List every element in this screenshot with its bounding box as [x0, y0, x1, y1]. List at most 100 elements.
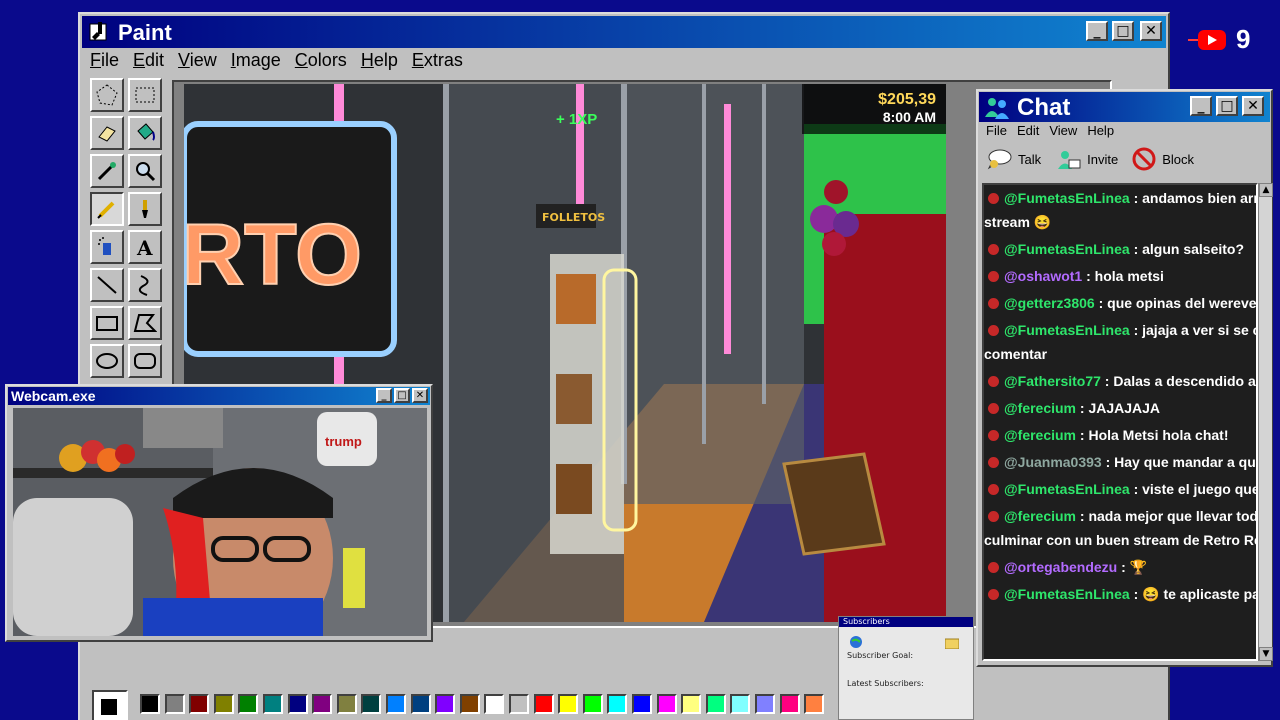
palette-swatch[interactable] — [361, 694, 382, 714]
chat-username[interactable]: @Juanma0393 — [1004, 454, 1102, 470]
palette-swatch[interactable] — [435, 694, 456, 714]
chat-username[interactable]: @ortegabendezu — [1004, 559, 1117, 575]
webcam-titlebar[interactable]: Webcam.exe _ □ ✕ — [8, 387, 430, 405]
tool-line[interactable] — [90, 268, 124, 302]
chat-menu-view[interactable]: View — [1049, 123, 1077, 138]
block-button[interactable]: Block — [1132, 147, 1194, 171]
chat-username[interactable]: @FumetasEnLinea — [1004, 586, 1130, 602]
ellipse-icon — [96, 353, 118, 369]
palette-swatch[interactable] — [607, 694, 628, 714]
invite-button[interactable]: Invite — [1055, 147, 1118, 171]
palette-swatch[interactable] — [410, 694, 431, 714]
palette-swatch[interactable] — [656, 694, 677, 714]
palette-swatch[interactable] — [213, 694, 234, 714]
palette-swatch[interactable] — [263, 694, 283, 714]
webcam-feed: trump — [13, 408, 427, 636]
tool-rect-select[interactable] — [128, 78, 162, 112]
tool-fill[interactable] — [128, 116, 162, 150]
palette-swatch[interactable] — [238, 694, 259, 714]
palette-swatch[interactable] — [730, 694, 751, 714]
minimize-button[interactable]: _ — [1086, 21, 1108, 41]
maximize-icon: □ — [397, 389, 407, 401]
chat-username[interactable]: @FumetasEnLinea — [1004, 190, 1130, 206]
palette-swatch[interactable] — [312, 694, 333, 714]
webcam-minimize-button[interactable]: _ — [376, 388, 392, 403]
palette-swatch[interactable] — [582, 694, 603, 714]
close-button[interactable]: ✕ — [1140, 21, 1162, 41]
talk-label: Talk — [1018, 151, 1042, 167]
chat-username[interactable]: @FumetasEnLinea — [1004, 481, 1130, 497]
webcam-close-button[interactable]: ✕ — [412, 388, 428, 403]
chat-username[interactable]: @Fathersito77 — [1004, 373, 1101, 389]
chat-maximize-button[interactable]: □ — [1216, 96, 1238, 116]
chat-menubar: File Edit View Help — [986, 123, 1114, 138]
chat-text: : andamos bien armando — [1133, 190, 1256, 206]
chat-menu-edit[interactable]: Edit — [1017, 123, 1039, 138]
chat-username[interactable]: @FumetasEnLinea — [1004, 322, 1130, 338]
menu-view[interactable]: View — [178, 50, 217, 76]
chat-username[interactable]: @FumetasEnLinea — [1004, 241, 1130, 257]
tool-curve[interactable] — [128, 268, 162, 302]
webcam-maximize-button[interactable]: □ — [394, 388, 410, 403]
palette-swatch[interactable] — [484, 694, 505, 714]
menu-colors[interactable]: Colors — [295, 50, 347, 76]
menu-file[interactable]: File — [90, 50, 119, 76]
tool-eyedropper[interactable] — [90, 154, 124, 188]
chat-scrollbar[interactable]: ▲ ▼ — [1258, 183, 1273, 661]
palette-swatch[interactable] — [681, 694, 702, 714]
chat-username[interactable]: @getterz3806 — [1004, 295, 1095, 311]
chat-menu-file[interactable]: File — [986, 123, 1007, 138]
talk-button[interactable]: Talk — [986, 147, 1041, 171]
palette-swatch[interactable] — [533, 694, 554, 714]
menu-image[interactable]: Image — [231, 50, 281, 76]
paint-title: Paint — [118, 20, 172, 45]
chat-titlebar[interactable]: Chat _ □ ✕ — [979, 92, 1270, 122]
chat-message: @ferecium : nada mejor que llevar toda l… — [984, 503, 1256, 554]
palette-swatch[interactable] — [164, 694, 185, 714]
paint-titlebar[interactable]: Paint _ □ ✕ — [82, 16, 1166, 48]
chat-username[interactable]: @oshawot1 — [1004, 268, 1082, 284]
tool-brush[interactable] — [128, 192, 162, 226]
scroll-down-arrow[interactable]: ▼ — [1259, 647, 1273, 661]
chat-minimize-button[interactable]: _ — [1190, 96, 1212, 116]
palette-swatch[interactable] — [755, 694, 775, 714]
chat-message: @ortegabendezu : 🏆 — [984, 554, 1256, 581]
tool-pencil[interactable] — [90, 192, 124, 226]
current-color-box[interactable] — [92, 690, 128, 720]
palette-swatch[interactable] — [386, 694, 406, 714]
tool-free-select[interactable] — [90, 78, 124, 112]
palette-swatch[interactable] — [336, 694, 357, 714]
chat-text: : Hola Metsi hola chat! — [1076, 427, 1229, 443]
palette-swatch[interactable] — [705, 694, 726, 714]
tool-eraser[interactable] — [90, 116, 124, 150]
chat-username[interactable]: @ferecium — [1004, 508, 1076, 524]
rect-select-icon — [135, 87, 155, 103]
palette-swatch[interactable] — [189, 694, 210, 714]
chat-log[interactable]: @FumetasEnLinea : andamos bien armando st… — [982, 183, 1258, 661]
chat-username[interactable]: @ferecium — [1004, 400, 1076, 416]
palette-swatch[interactable] — [779, 694, 800, 714]
tool-magnifier[interactable] — [128, 154, 162, 188]
tool-airbrush[interactable] — [90, 230, 124, 264]
chat-close-button[interactable]: ✕ — [1242, 96, 1264, 116]
latest-subscribers-label: Latest Subscribers: — [847, 679, 924, 688]
tool-ellipse[interactable] — [90, 344, 124, 378]
palette-swatch[interactable] — [459, 694, 480, 714]
chat-username[interactable]: @ferecium — [1004, 427, 1076, 443]
scroll-up-arrow[interactable]: ▲ — [1259, 183, 1273, 197]
tool-polygon[interactable] — [128, 306, 162, 340]
palette-swatch[interactable] — [287, 694, 308, 714]
menu-edit[interactable]: Edit — [133, 50, 164, 76]
menu-help[interactable]: Help — [361, 50, 398, 76]
palette-swatch[interactable] — [558, 694, 579, 714]
maximize-button[interactable]: □ — [1112, 21, 1134, 41]
palette-swatch[interactable] — [140, 694, 160, 714]
tool-rounded-rect[interactable] — [128, 344, 162, 378]
tool-text[interactable]: A — [128, 230, 162, 264]
chat-menu-help[interactable]: Help — [1087, 123, 1114, 138]
palette-swatch[interactable] — [632, 694, 652, 714]
tool-rectangle[interactable] — [90, 306, 124, 340]
menu-extras[interactable]: Extras — [412, 50, 463, 76]
palette-swatch[interactable] — [509, 694, 529, 714]
palette-swatch[interactable] — [804, 694, 825, 714]
